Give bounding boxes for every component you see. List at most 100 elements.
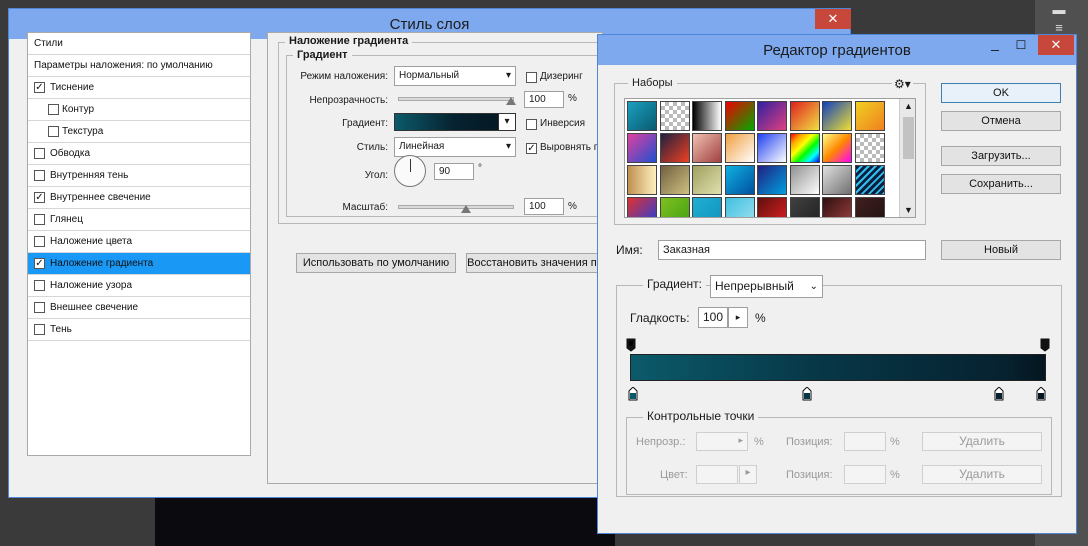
style-item-checkbox[interactable] bbox=[34, 192, 45, 203]
preset-swatch[interactable] bbox=[789, 197, 820, 217]
preset-swatch[interactable] bbox=[854, 133, 885, 163]
style-item-checkbox[interactable] bbox=[34, 302, 45, 313]
preset-swatch[interactable] bbox=[789, 101, 820, 131]
stop-color-swatch[interactable] bbox=[696, 465, 738, 484]
angle-input[interactable]: 90 bbox=[434, 163, 474, 180]
preset-swatch[interactable] bbox=[757, 133, 787, 163]
preset-swatch[interactable] bbox=[692, 101, 722, 131]
color-stop-3[interactable] bbox=[994, 386, 1004, 401]
style-select[interactable]: Линейная ▾ bbox=[394, 137, 516, 157]
blend-options-item[interactable]: Параметры наложения: по умолчанию bbox=[28, 55, 250, 77]
style-item-checkbox[interactable] bbox=[48, 104, 59, 115]
delete-opacity-stop-button[interactable]: Удалить bbox=[922, 432, 1042, 451]
preset-swatch[interactable] bbox=[757, 197, 787, 217]
preset-swatch[interactable] bbox=[659, 101, 690, 131]
chevron-down-icon[interactable]: ▼ bbox=[904, 205, 913, 215]
style-item-checkbox[interactable] bbox=[34, 170, 45, 181]
save-button[interactable]: Сохранить... bbox=[941, 174, 1061, 194]
style-item-checkbox[interactable] bbox=[34, 214, 45, 225]
style-item-checkbox[interactable] bbox=[34, 324, 45, 335]
preset-swatch[interactable] bbox=[822, 101, 852, 131]
new-button[interactable]: Новый bbox=[941, 240, 1061, 260]
opacity-stop-right[interactable] bbox=[1040, 338, 1050, 352]
style-item-checkbox[interactable] bbox=[34, 258, 45, 269]
smoothness-input[interactable]: 100 bbox=[698, 307, 728, 328]
gradient-dropdown[interactable]: ▾ bbox=[498, 113, 516, 131]
style-item[interactable]: Наложение узора bbox=[28, 275, 250, 297]
stop-color-menu[interactable]: ▸ bbox=[739, 465, 757, 484]
align-checkbox[interactable] bbox=[526, 143, 537, 154]
stop-position-input[interactable] bbox=[844, 432, 886, 451]
preset-swatch[interactable] bbox=[692, 133, 722, 163]
reverse-checkbox[interactable] bbox=[526, 119, 537, 130]
ok-button[interactable]: OK bbox=[941, 83, 1061, 103]
style-item[interactable]: Текстура bbox=[28, 121, 250, 143]
preset-swatch[interactable] bbox=[627, 197, 657, 217]
preset-swatch[interactable] bbox=[692, 165, 722, 195]
style-item-checkbox[interactable] bbox=[48, 126, 59, 137]
style-item-checkbox[interactable] bbox=[34, 82, 45, 93]
style-item[interactable]: Внутреннее свечение bbox=[28, 187, 250, 209]
scale-input[interactable]: 100 bbox=[524, 198, 564, 215]
scrollbar-thumb[interactable] bbox=[903, 117, 914, 159]
preset-swatch[interactable] bbox=[854, 165, 885, 195]
styles-header[interactable]: Стили bbox=[28, 33, 250, 55]
style-item[interactable]: Внешнее свечение bbox=[28, 297, 250, 319]
style-item[interactable]: Обводка bbox=[28, 143, 250, 165]
preset-swatch[interactable] bbox=[659, 197, 690, 217]
style-item[interactable]: Глянец bbox=[28, 209, 250, 231]
style-item[interactable]: Внутренняя тень bbox=[28, 165, 250, 187]
color-stop-1[interactable] bbox=[628, 386, 638, 401]
gear-icon[interactable]: ⚙▾ bbox=[892, 77, 913, 91]
preset-swatch[interactable] bbox=[724, 197, 755, 217]
opacity-input[interactable]: 100 bbox=[524, 91, 564, 108]
toolbar-tool-icon[interactable]: ▬ bbox=[1047, 2, 1071, 20]
gradient-type-select[interactable]: Непрерывный ⌄ bbox=[710, 275, 823, 298]
presets-scrollbar[interactable]: ▲ ▼ bbox=[899, 99, 915, 217]
stop-opacity-input[interactable]: ▸ bbox=[696, 432, 748, 451]
preset-swatch[interactable] bbox=[724, 165, 755, 195]
preset-swatch[interactable] bbox=[789, 165, 820, 195]
preset-swatch[interactable] bbox=[854, 197, 885, 217]
delete-color-stop-button[interactable]: Удалить bbox=[922, 465, 1042, 484]
stop-position2-input[interactable] bbox=[844, 465, 886, 484]
style-item-checkbox[interactable] bbox=[34, 280, 45, 291]
preset-swatch[interactable] bbox=[789, 133, 820, 163]
style-item[interactable]: Тиснение bbox=[28, 77, 250, 99]
chevron-up-icon[interactable]: ▲ bbox=[904, 101, 913, 111]
gradient-preview[interactable] bbox=[394, 113, 514, 131]
style-item-checkbox[interactable] bbox=[34, 236, 45, 247]
dither-checkbox[interactable] bbox=[526, 72, 537, 83]
name-input[interactable]: Заказная bbox=[658, 240, 926, 260]
style-item[interactable]: Наложение цвета bbox=[28, 231, 250, 253]
opacity-slider-thumb[interactable] bbox=[506, 97, 516, 105]
scale-slider-thumb[interactable] bbox=[461, 205, 471, 213]
close-icon[interactable]: ✕ bbox=[1038, 35, 1074, 55]
preset-swatch[interactable] bbox=[692, 197, 722, 217]
color-stop-4[interactable] bbox=[1036, 386, 1046, 401]
preset-swatch[interactable] bbox=[822, 133, 852, 163]
gradient-bar[interactable] bbox=[630, 354, 1046, 381]
cancel-button[interactable]: Отмена bbox=[941, 111, 1061, 131]
preset-swatch[interactable] bbox=[757, 101, 787, 131]
maximize-icon[interactable]: ☐ bbox=[1008, 35, 1034, 55]
preset-swatch[interactable] bbox=[659, 165, 690, 195]
preset-swatch[interactable] bbox=[724, 133, 755, 163]
style-item[interactable]: Контур bbox=[28, 99, 250, 121]
preset-swatch[interactable] bbox=[822, 165, 852, 195]
restore-default-button[interactable]: Восстановить значения по bbox=[466, 253, 604, 273]
preset-swatch[interactable] bbox=[757, 165, 787, 195]
style-item[interactable]: Тень bbox=[28, 319, 250, 341]
opacity-stop-left[interactable] bbox=[626, 338, 636, 352]
close-icon[interactable]: ✕ bbox=[815, 9, 851, 29]
color-stop-2[interactable] bbox=[802, 386, 812, 401]
preset-swatch[interactable] bbox=[822, 197, 852, 217]
gradient-editor-titlebar[interactable]: Редактор градиентов _ ☐ ✕ bbox=[598, 35, 1076, 65]
blend-mode-select[interactable]: Нормальный ▾ bbox=[394, 66, 516, 86]
preset-swatch[interactable] bbox=[724, 101, 755, 131]
use-default-button[interactable]: Использовать по умолчанию bbox=[296, 253, 456, 273]
preset-swatch[interactable] bbox=[627, 133, 657, 163]
minimize-icon[interactable]: _ bbox=[982, 35, 1008, 55]
style-item-checkbox[interactable] bbox=[34, 148, 45, 159]
scale-slider[interactable] bbox=[398, 205, 514, 209]
